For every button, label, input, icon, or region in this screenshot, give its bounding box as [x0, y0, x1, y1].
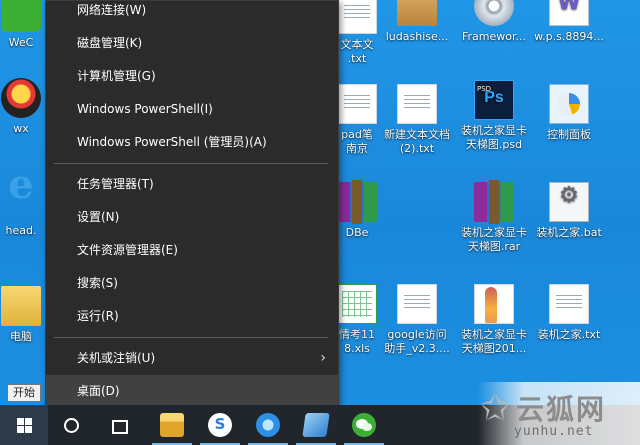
menu-item-computer-management[interactable]: 计算机管理(G)	[46, 60, 338, 92]
spreadsheet-icon	[337, 284, 377, 324]
watermark-logo-icon: ✩	[480, 388, 511, 429]
menu-item-file-explorer[interactable]: 文件资源管理器(E)	[46, 234, 338, 266]
text-document-icon	[397, 284, 437, 324]
control-panel-icon	[549, 84, 589, 124]
start-button[interactable]	[0, 405, 48, 445]
wechat-icon	[352, 413, 376, 437]
notes-icon	[302, 413, 330, 437]
desktop-icon-label: 新建文本文档 (2).txt	[384, 128, 450, 155]
menu-separator	[54, 337, 328, 338]
watermark-title: 云狐网	[516, 393, 607, 426]
batch-file-gear-icon	[549, 182, 589, 222]
text-document-icon	[337, 0, 377, 34]
watermark-subtitle: yunhu.net	[514, 424, 594, 439]
menu-item-powershell-admin[interactable]: Windows PowerShell (管理员)(A)	[46, 126, 338, 158]
menu-item-shutdown-signout[interactable]: 关机或注销(U) ›	[46, 342, 338, 374]
desktop-icon-label: 装机之家显卡 天梯图201...	[461, 328, 527, 355]
windows-logo-icon	[17, 418, 32, 433]
desktop-icon-label: 控制面板	[547, 128, 591, 141]
cortana-circle-icon	[64, 418, 79, 433]
taskbar-wechat[interactable]	[340, 405, 388, 445]
desktop-icon-label: 装机之家.bat	[536, 226, 602, 239]
desktop-icon-rar[interactable]: 装机之家显卡 天梯图.rar	[455, 180, 533, 254]
desktop-icon-label: 装机之家显卡 天梯图.psd	[461, 124, 527, 151]
desktop-icon-label: 装机之家.txt	[537, 328, 601, 341]
winrar-archive-icon	[337, 180, 377, 224]
disc-installer-icon	[474, 0, 514, 26]
folder-icon	[1, 286, 41, 326]
taskbar-sogou[interactable]	[196, 405, 244, 445]
desktop-icon-label: google访问 助手_v2.3....	[384, 328, 450, 355]
desktop-icon-control-panel[interactable]: 控制面板	[530, 84, 608, 142]
start-tooltip: 开始	[7, 384, 41, 402]
desktop-icon-new-text-2[interactable]: 新建文本文档 (2).txt	[378, 84, 456, 156]
wps-office-icon	[549, 0, 589, 26]
menu-item-label: 关机或注销(U)	[77, 351, 156, 365]
desktop-icon-label: w.p.s.8894...	[534, 30, 604, 43]
photoshop-file-icon	[474, 80, 514, 120]
desktop-icon-google-helper[interactable]: google访问 助手_v2.3....	[378, 284, 456, 356]
desktop-icon-label: ludashise...	[385, 30, 449, 43]
wechat-icon	[1, 0, 41, 32]
image-file-icon	[474, 284, 514, 324]
text-document-icon	[337, 84, 377, 124]
folder-icon	[160, 413, 184, 437]
menu-item-network-connections[interactable]: 网络连接(W)	[46, 0, 338, 26]
cortana-button[interactable]	[48, 405, 96, 445]
menu-separator	[54, 163, 328, 164]
watermark: ✩ 云狐网 yunhu.net	[478, 382, 640, 445]
menu-item-task-manager[interactable]: 任务管理器(T)	[46, 168, 338, 200]
desktop-icon-ludashi[interactable]: ludashise...	[378, 0, 456, 44]
browser-icon	[256, 413, 280, 437]
menu-item-settings[interactable]: 设置(N)	[46, 201, 338, 233]
menu-item-disk-management[interactable]: 磁盘管理(K)	[46, 27, 338, 59]
desktop-icon-psd[interactable]: 装机之家显卡 天梯图.psd	[455, 80, 533, 152]
qq-penguin-icon	[1, 78, 41, 118]
desktop-icon-bat[interactable]: 装机之家.bat	[530, 182, 608, 240]
chevron-right-icon: ›	[320, 350, 326, 366]
menu-item-run[interactable]: 运行(R)	[46, 300, 338, 332]
winrar-archive-icon	[474, 180, 514, 224]
task-view-button[interactable]	[96, 405, 144, 445]
taskbar-file-explorer[interactable]	[148, 405, 196, 445]
taskbar-notes[interactable]	[292, 405, 340, 445]
taskbar-browser[interactable]	[244, 405, 292, 445]
internet-explorer-icon	[1, 178, 41, 220]
task-view-icon	[110, 417, 128, 434]
winx-context-menu: 网络连接(W) 磁盘管理(K) 计算机管理(G) Windows PowerSh…	[45, 0, 339, 414]
desktop-icon-txt[interactable]: 装机之家.txt	[530, 284, 608, 342]
desktop-icon-label: 装机之家显卡 天梯图.rar	[461, 226, 527, 253]
desktop-icon-ladder-image[interactable]: 装机之家显卡 天梯图201...	[455, 284, 533, 356]
text-document-icon	[397, 84, 437, 124]
sogou-icon	[208, 413, 232, 437]
menu-item-powershell[interactable]: Windows PowerShell(I)	[46, 93, 338, 125]
text-document-icon	[549, 284, 589, 324]
menu-item-search[interactable]: 搜索(S)	[46, 267, 338, 299]
desktop-icon-wps[interactable]: w.p.s.8894...	[530, 0, 608, 44]
desktop-icon-label: Framewor...	[461, 30, 526, 43]
package-box-icon	[397, 0, 437, 26]
desktop-icon-framework[interactable]: Framewor...	[455, 0, 533, 44]
menu-item-desktop[interactable]: 桌面(D)	[46, 375, 338, 407]
